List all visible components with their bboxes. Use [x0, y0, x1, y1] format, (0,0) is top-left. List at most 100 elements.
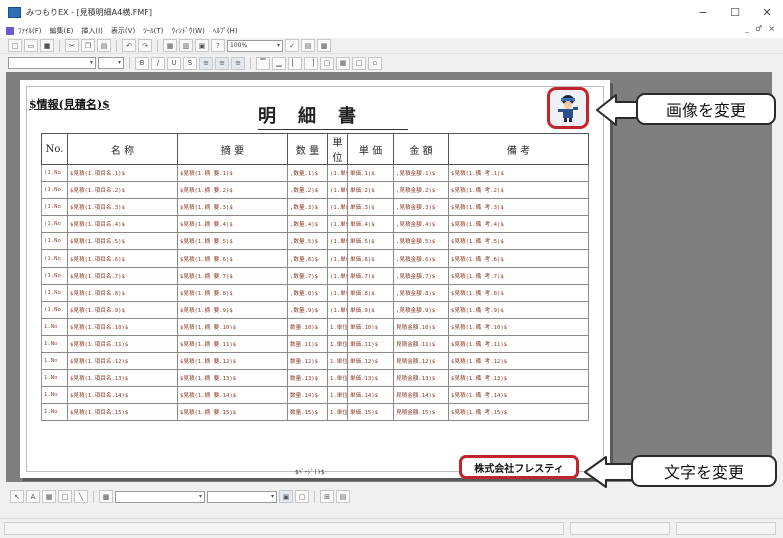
cell-amount[interactable]: ,見積金額.9)$	[393, 300, 449, 319]
fill-color-icon[interactable]: ▣	[279, 490, 293, 503]
border-bottom-icon[interactable]: ▁	[272, 56, 286, 70]
border-color-icon[interactable]: ▢	[295, 490, 309, 503]
border-all-icon[interactable]: ▢	[320, 56, 334, 70]
check-icon[interactable]: ✓	[285, 39, 299, 52]
menu-insert[interactable]: 挿入(I)	[81, 26, 103, 36]
cell-amount[interactable]: ,見積金額.5)$	[393, 232, 449, 251]
underline-icon[interactable]: U	[167, 56, 181, 70]
cell-remarks[interactable]: $見積(1.備 考.8)$	[448, 283, 589, 302]
cell-name[interactable]: $見積(1.項目名.4)$	[67, 215, 178, 234]
mdi-close-button[interactable]: ×	[768, 24, 775, 33]
line-tool-icon[interactable]: ╲	[74, 490, 88, 503]
cell-unit-price[interactable]: 単価.4)$	[347, 215, 394, 234]
cell-name[interactable]: $見積(1.項目名.7)$	[67, 266, 178, 285]
cell-summary[interactable]: $見積(1.摘 要.9)$	[177, 300, 288, 319]
cell-name[interactable]: $見積(1.項目名.1)$	[67, 163, 178, 183]
cell-quantity[interactable]: 数量.11)$	[287, 334, 328, 354]
open-folder-icon[interactable]: ▭	[24, 39, 38, 52]
minimize-button[interactable]: −	[687, 0, 719, 24]
cell-amount[interactable]: 見積金額.10)$	[393, 317, 449, 336]
cell-no[interactable]: (1.No	[41, 198, 68, 217]
cell-name[interactable]: $見積(1.項目名.9)$	[67, 300, 178, 319]
text-tool-icon[interactable]: A	[26, 490, 40, 503]
cell-no[interactable]: 1.No	[41, 403, 68, 422]
cell-remarks[interactable]: $見積(1.備 考.11)$	[448, 334, 589, 354]
bold-icon[interactable]: B	[135, 56, 149, 70]
cell-unit-price[interactable]: 単価.8)$	[347, 283, 394, 302]
line-style-select[interactable]: ▾	[115, 490, 205, 503]
cell-amount[interactable]: ,見積金額.4)$	[393, 215, 449, 234]
cell-unit-price[interactable]: 単価.13)$	[347, 369, 394, 388]
cell-name[interactable]: $見積(1.項目名.6)$	[67, 249, 178, 268]
cell-name[interactable]: $見積(1.項目名.11)$	[67, 334, 178, 354]
rect-tool-icon[interactable]: □	[58, 490, 72, 503]
cell-remarks[interactable]: $見積(1.備 考.13)$	[448, 369, 589, 388]
cell-summary[interactable]: $見積(1.摘 要.13)$	[177, 369, 288, 388]
mdi-restore-button[interactable]: ♂	[755, 24, 762, 33]
cell-no[interactable]: (1.No	[41, 249, 68, 268]
menu-tools[interactable]: ﾂｰﾙ(T)	[143, 26, 163, 36]
cell-summary[interactable]: $見積(1.摘 要.14)$	[177, 386, 288, 405]
cell-name[interactable]: $見積(1.項目名.3)$	[67, 198, 178, 217]
cell-no[interactable]: 1.No	[41, 352, 68, 371]
mdi-minimize-button[interactable]: _	[745, 24, 749, 33]
cell-summary[interactable]: $見積(1.摘 要.4)$	[177, 215, 288, 234]
cell-summary[interactable]: $見積(1.摘 要.7)$	[177, 266, 288, 285]
close-button[interactable]: ✕	[751, 0, 783, 24]
cell-unit-price[interactable]: 単価.11)$	[347, 334, 394, 354]
maximize-button[interactable]: ☐	[719, 0, 751, 24]
field-tool-icon[interactable]: ▦	[42, 490, 56, 503]
cell-quantity[interactable]: ,数量.2)$	[287, 181, 328, 200]
cell-unit-price[interactable]: 単価.9)$	[347, 300, 394, 319]
select-arrow-icon[interactable]: ↖	[10, 490, 24, 503]
cell-unit[interactable]: 1.単位	[327, 352, 348, 371]
cell-unit[interactable]: 1.単位	[327, 317, 348, 336]
strike-icon[interactable]: S	[183, 56, 197, 70]
italic-icon[interactable]: /	[151, 56, 165, 70]
cell-amount[interactable]: 見積金額.14)$	[393, 386, 449, 405]
cell-name[interactable]: $見積(1.項目名.13)$	[67, 369, 178, 388]
border-none-icon[interactable]: ▫	[368, 56, 382, 70]
cell-quantity[interactable]: ,数量.3)$	[287, 198, 328, 217]
cell-name[interactable]: $見積(1.項目名.8)$	[67, 283, 178, 302]
table-icon[interactable]: ▥	[179, 39, 193, 52]
company-name-field[interactable]: 株式会社フレスティ	[459, 455, 579, 479]
cell-summary[interactable]: $見積(1.摘 要.3)$	[177, 198, 288, 217]
menu-edit[interactable]: 編集(E)	[50, 26, 74, 36]
zoom-select[interactable]: 100% ▾	[227, 39, 283, 52]
cell-unit-price[interactable]: 単価.2)$	[347, 181, 394, 200]
cell-no[interactable]: 1.No	[41, 369, 68, 388]
cell-quantity[interactable]: 数量.14)$	[287, 386, 328, 405]
cell-amount[interactable]: ,見積金額.1)$	[393, 163, 449, 183]
border-top-icon[interactable]: ▔	[256, 56, 270, 70]
cell-unit-price[interactable]: 単価.10)$	[347, 317, 394, 336]
cell-remarks[interactable]: $見積(1.備 考.10)$	[448, 317, 589, 336]
cell-remarks[interactable]: $見積(1.備 考.5)$	[448, 232, 589, 251]
cell-name[interactable]: $見積(1.項目名.14)$	[67, 386, 178, 405]
cell-remarks[interactable]: $見積(1.備 考.9)$	[448, 300, 589, 319]
cell-summary[interactable]: $見積(1.摘 要.6)$	[177, 249, 288, 268]
cell-quantity[interactable]: ,数量.6)$	[287, 249, 328, 268]
cell-summary[interactable]: $見積(1.摘 要.10)$	[177, 317, 288, 336]
cell-remarks[interactable]: $見積(1.備 考.3)$	[448, 198, 589, 217]
cell-remarks[interactable]: $見積(1.備 考.7)$	[448, 266, 589, 285]
align-center-icon[interactable]: ≡	[215, 56, 229, 70]
cell-no[interactable]: (1.No	[41, 215, 68, 234]
cell-no[interactable]: (1.No	[41, 163, 68, 183]
cell-unit-price[interactable]: 単価.5)$	[347, 232, 394, 251]
print-icon[interactable]: ▣	[195, 39, 209, 52]
cell-summary[interactable]: $見積(1.摘 要.1)$	[177, 163, 288, 183]
cell-unit[interactable]: (1.単位	[327, 249, 348, 268]
cell-unit[interactable]: (1.単位	[327, 181, 348, 200]
cell-no[interactable]: (1.No	[41, 181, 68, 200]
cell-remarks[interactable]: $見積(1.備 考.15)$	[448, 403, 589, 422]
cell-summary[interactable]: $見積(1.摘 要.2)$	[177, 181, 288, 200]
cell-amount[interactable]: ,見積金額.3)$	[393, 198, 449, 217]
cell-unit-price[interactable]: 単価.12)$	[347, 352, 394, 371]
menu-file[interactable]: ﾌｧｲﾙ(F)	[18, 26, 42, 36]
cell-remarks[interactable]: $見積(1.備 考.4)$	[448, 215, 589, 234]
cell-unit-price[interactable]: 単価.3)$	[347, 198, 394, 217]
cell-amount[interactable]: 見積金額.12)$	[393, 352, 449, 371]
cell-unit[interactable]: 1.単位	[327, 369, 348, 388]
cell-no[interactable]: 1.No	[41, 317, 68, 336]
